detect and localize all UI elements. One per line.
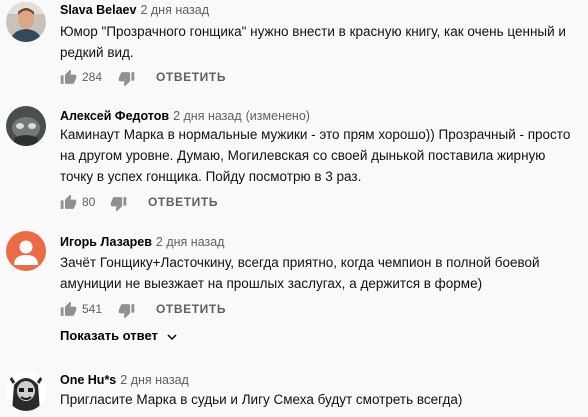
- like-count: 284: [82, 70, 103, 84]
- comment-line: точку в успех гонщика. Пойду посмотрю в …: [60, 169, 362, 184]
- reply-button[interactable]: ОТВЕТИТЬ: [148, 195, 218, 209]
- avatar-photo: [6, 106, 46, 146]
- thumb-up-icon[interactable]: [60, 69, 77, 86]
- comment-text: Каминаут Марка в нормальные мужики - это…: [60, 124, 580, 187]
- comment-toolbar: 284 ОТВЕТИТЬ: [60, 68, 360, 88]
- comment-line: Юмор "Прозрачного гонщика" нужно внести …: [60, 24, 566, 39]
- avatar[interactable]: [6, 231, 46, 271]
- comment-header: Slava Belaev 2 дня назад: [60, 2, 209, 18]
- author-name[interactable]: Slava Belaev: [60, 3, 136, 17]
- show-replies-label: Показать ответ: [60, 328, 158, 343]
- comment-header: One Hu*s 2 дня назад: [60, 372, 189, 388]
- reply-button[interactable]: ОТВЕТИТЬ: [156, 70, 226, 84]
- author-name[interactable]: Алексей Федотов: [60, 109, 169, 123]
- avatar[interactable]: [6, 371, 46, 411]
- comment-time[interactable]: 2 дня назад: [140, 3, 209, 17]
- avatar-default: [6, 231, 46, 271]
- comment-text: Юмор "Прозрачного гонщика" нужно внести …: [60, 21, 580, 63]
- comment-text: Пригласите Марка в судьи и Лигу Смеха бу…: [60, 389, 580, 410]
- author-name[interactable]: Игорь Лазарев: [60, 235, 152, 249]
- comment-toolbar: 541 ОТВЕТИТЬ: [60, 300, 360, 320]
- comment-toolbar: 80 ОТВЕТИТЬ: [60, 193, 360, 213]
- thumb-up-icon[interactable]: [60, 194, 77, 211]
- comment-header: Алексей Федотов 2 дня назад (изменено): [60, 108, 310, 124]
- show-replies-button[interactable]: Показать ответ: [60, 328, 178, 343]
- comment-time[interactable]: 2 дня назад: [156, 235, 225, 249]
- avatar[interactable]: [6, 106, 46, 146]
- comment-line: редкий вид.: [60, 45, 134, 60]
- comment-line: на другом уровне. Думаю, Могилевская со …: [60, 148, 546, 163]
- comment-time[interactable]: 2 дня назад: [173, 109, 242, 123]
- like-count: 541: [82, 302, 103, 316]
- like-count: 80: [82, 195, 96, 209]
- thumb-down-icon[interactable]: [118, 70, 135, 87]
- author-name[interactable]: One Hu*s: [60, 373, 116, 387]
- avatar[interactable]: [6, 2, 46, 42]
- thumb-up-icon[interactable]: [60, 301, 77, 318]
- comment-line: Зачёт Гонщику+Ласточкину, всегда приятно…: [60, 255, 540, 270]
- comment-header: Игорь Лазарев 2 дня назад: [60, 234, 224, 250]
- reply-button[interactable]: ОТВЕТИТЬ: [156, 302, 226, 316]
- comment-line: Пригласите Марка в судьи и Лигу Смеха бу…: [60, 392, 463, 407]
- comments-section: Slava Belaev 2 дня назад Юмор "Прозрачног…: [0, 0, 588, 417]
- thumb-down-icon[interactable]: [118, 302, 135, 319]
- avatar-photo: [6, 371, 46, 411]
- comment-line: амуниции не выезжает на прошлых заслугах…: [60, 276, 483, 291]
- edited-label: (изменено): [245, 109, 310, 123]
- comment-time[interactable]: 2 дня назад: [120, 373, 189, 387]
- chevron-down-icon: [167, 334, 177, 340]
- avatar-photo: [6, 2, 46, 42]
- comment-text: Зачёт Гонщику+Ласточкину, всегда приятно…: [60, 252, 580, 294]
- thumb-down-icon[interactable]: [110, 195, 127, 212]
- comment-line: Каминаут Марка в нормальные мужики - это…: [60, 127, 571, 142]
